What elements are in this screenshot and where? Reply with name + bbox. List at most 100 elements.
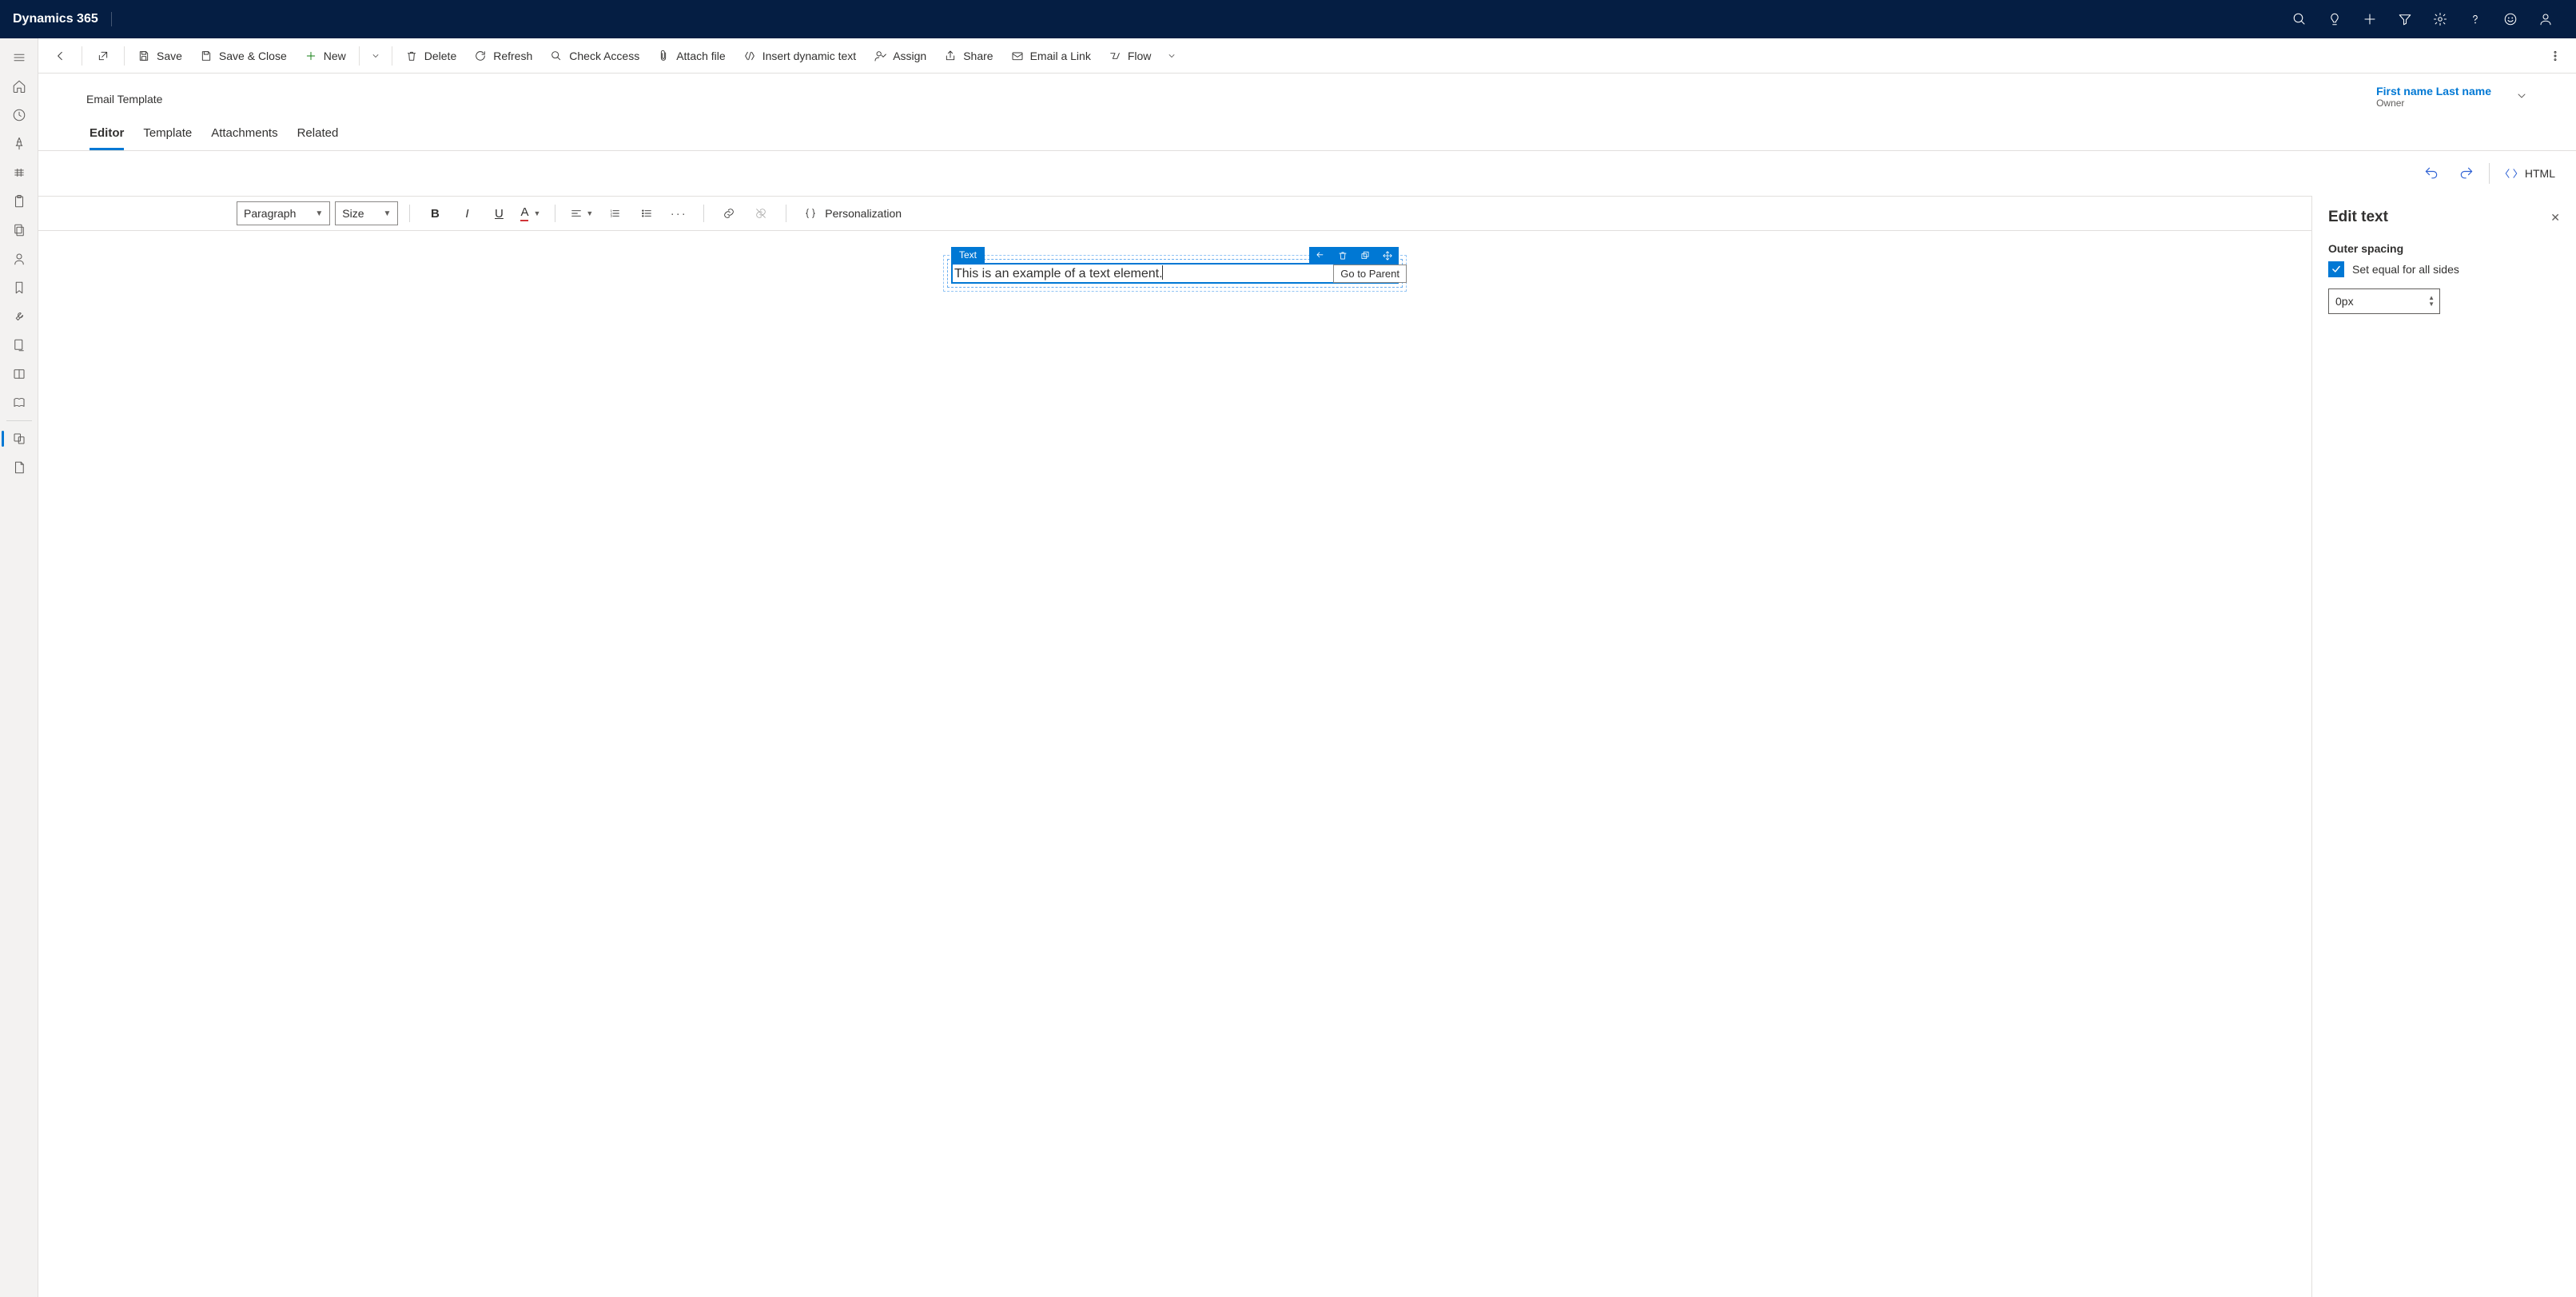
font-color-button[interactable]: A▼ — [517, 200, 543, 227]
attach-file-label: Attach file — [676, 50, 725, 62]
align-button[interactable]: ▼ — [567, 200, 596, 227]
spacing-down-icon[interactable]: ▼ — [2428, 301, 2435, 308]
form-tabs: Editor Template Attachments Related — [38, 109, 2576, 151]
assign-button[interactable]: Assign — [866, 40, 934, 72]
user-icon[interactable] — [2528, 0, 2563, 38]
more-formatting-button[interactable]: ··· — [665, 200, 692, 227]
link-button[interactable] — [715, 200, 743, 227]
flow-dropdown[interactable] — [1161, 40, 1183, 72]
tab-attachments[interactable]: Attachments — [211, 126, 277, 150]
nav-wrench-icon[interactable] — [0, 302, 38, 331]
spacing-value: 0px — [2335, 295, 2354, 308]
new-dropdown[interactable] — [364, 40, 387, 72]
gear-icon[interactable] — [2423, 0, 2458, 38]
email-link-button[interactable]: Email a Link — [1003, 40, 1099, 72]
save-label: Save — [157, 50, 182, 62]
go-to-parent-tooltip: Go to Parent — [1333, 265, 1407, 283]
tab-editor[interactable]: Editor — [90, 126, 124, 150]
nav-home-icon[interactable] — [0, 72, 38, 101]
numbered-list-button[interactable]: 123 — [601, 200, 628, 227]
close-panel-button[interactable]: ✕ — [2550, 211, 2560, 225]
share-button[interactable]: Share — [936, 40, 1001, 72]
filter-icon[interactable] — [2387, 0, 2423, 38]
italic-button[interactable]: I — [453, 200, 480, 227]
share-label: Share — [963, 50, 993, 62]
paragraph-dropdown[interactable]: Paragraph▼ — [237, 201, 330, 225]
text-cursor — [1162, 265, 1163, 280]
selected-text-element[interactable]: Text Go to Parent This is an example of — [951, 263, 1399, 284]
delete-label: Delete — [424, 50, 456, 62]
add-icon[interactable] — [2352, 0, 2387, 38]
owner-field[interactable]: First name Last name Owner — [2376, 85, 2502, 109]
nav-recent-icon[interactable] — [0, 101, 38, 129]
attach-file-button[interactable]: Attach file — [649, 40, 733, 72]
element-duplicate-button[interactable] — [1354, 247, 1376, 265]
nav-menu-icon[interactable] — [0, 43, 38, 72]
editor-canvas[interactable]: Text Go to Parent This is an example of — [38, 231, 2311, 1297]
help-icon[interactable] — [2458, 0, 2493, 38]
tab-template[interactable]: Template — [143, 126, 192, 150]
nav-clipboard-icon[interactable] — [0, 187, 38, 216]
nav-read-icon[interactable] — [0, 388, 38, 417]
refresh-button[interactable]: Refresh — [466, 40, 540, 72]
nav-templates-icon[interactable] — [0, 424, 38, 453]
left-nav — [0, 38, 38, 1297]
panel-title: Edit text — [2328, 209, 2388, 226]
underline-button[interactable]: U — [485, 200, 512, 227]
personalization-button[interactable]: Personalization — [798, 207, 908, 220]
delete-button[interactable]: Delete — [397, 40, 464, 72]
element-back-button[interactable] — [1309, 247, 1332, 265]
flow-button[interactable]: Flow — [1101, 40, 1160, 72]
nav-bookmark-icon[interactable] — [0, 273, 38, 302]
spacing-input[interactable]: 0px ▲ ▼ — [2328, 288, 2440, 314]
outer-spacing-label: Outer spacing — [2328, 242, 2560, 255]
header-chevron-icon[interactable] — [2515, 90, 2528, 105]
element-delete-button[interactable] — [1332, 247, 1354, 265]
tab-related[interactable]: Related — [297, 126, 339, 150]
editor-action-bar: HTML — [38, 151, 2576, 196]
save-close-button[interactable]: Save & Close — [192, 40, 295, 72]
back-button[interactable] — [45, 40, 77, 72]
nav-export-icon[interactable] — [0, 331, 38, 360]
popout-button[interactable] — [87, 40, 119, 72]
nav-page-icon[interactable] — [0, 453, 38, 482]
save-button[interactable]: Save — [129, 40, 190, 72]
bold-button[interactable]: B — [421, 200, 448, 227]
entity-name: Email Template — [86, 85, 162, 105]
equal-sides-checkbox[interactable] — [2328, 261, 2344, 277]
bullet-list-button[interactable] — [633, 200, 660, 227]
nav-contact-icon[interactable] — [0, 245, 38, 273]
size-dropdown[interactable]: Size▼ — [335, 201, 398, 225]
personalization-label: Personalization — [825, 207, 902, 220]
nav-pinned-icon[interactable] — [0, 129, 38, 158]
top-nav-bar: Dynamics 365 — [0, 0, 2576, 38]
redo-button[interactable] — [2454, 162, 2479, 185]
text-content[interactable]: This is an example of a text element. — [954, 267, 1163, 280]
lightbulb-icon[interactable] — [2317, 0, 2352, 38]
nav-separator — [6, 420, 32, 421]
nav-files-icon[interactable] — [0, 216, 38, 245]
element-type-badge: Text — [951, 247, 985, 263]
search-icon[interactable] — [2282, 0, 2317, 38]
nav-book-icon[interactable] — [0, 360, 38, 388]
equal-sides-label: Set equal for all sides — [2352, 263, 2459, 276]
check-access-button[interactable]: Check Access — [542, 40, 647, 72]
save-close-label: Save & Close — [219, 50, 287, 62]
refresh-label: Refresh — [493, 50, 532, 62]
element-move-button[interactable] — [1376, 247, 1399, 265]
new-button[interactable]: New — [297, 40, 354, 72]
nav-grid-icon[interactable] — [0, 158, 38, 187]
smile-icon[interactable] — [2493, 0, 2528, 38]
unlink-button[interactable] — [747, 200, 774, 227]
insert-dynamic-label: Insert dynamic text — [762, 50, 857, 62]
overflow-menu[interactable] — [2541, 40, 2570, 72]
email-link-label: Email a Link — [1030, 50, 1091, 62]
new-label: New — [324, 50, 346, 62]
rte-toolbar: Paragraph▼ Size▼ B I U A▼ ▼ 123 ··· — [38, 196, 2311, 231]
insert-dynamic-button[interactable]: Insert dynamic text — [735, 40, 865, 72]
html-view-button[interactable]: HTML — [2499, 163, 2560, 184]
owner-label: Owner — [2376, 97, 2491, 109]
undo-button[interactable] — [2419, 162, 2444, 185]
flow-label: Flow — [1128, 50, 1152, 62]
paragraph-dd-label: Paragraph — [244, 207, 296, 220]
